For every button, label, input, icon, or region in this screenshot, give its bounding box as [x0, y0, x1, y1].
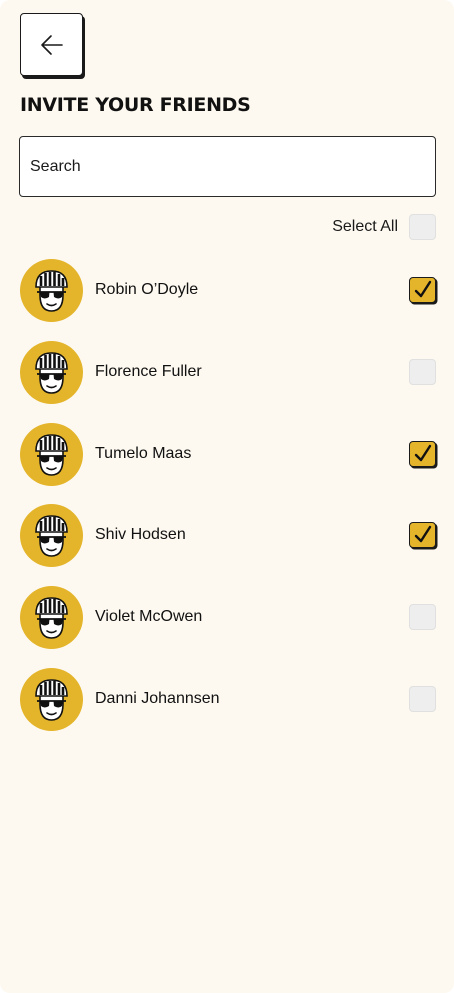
cyclist-helmet-sunglasses-icon — [35, 515, 68, 558]
friends-list: Robin O’Doyle Florence Fuller Tumelo Maa… — [19, 259, 436, 750]
friend-row[interactable]: Tumelo Maas — [19, 422, 436, 487]
avatar — [20, 504, 83, 568]
cyclist-helmet-sunglasses-icon — [35, 270, 68, 312]
friend-name: Shiv Hodsen — [95, 526, 186, 544]
cyclist-helmet-sunglasses-icon — [35, 597, 68, 639]
friend-name: Florence Fuller — [95, 362, 202, 380]
arrow-left-icon — [40, 34, 63, 55]
friend-name: Tumelo Maas — [95, 444, 192, 462]
select-all-label: Select All — [332, 218, 398, 235]
friend-checkbox[interactable] — [409, 604, 436, 631]
friend-checkbox[interactable] — [409, 277, 436, 303]
friend-name: Robin O’Doyle — [95, 281, 199, 298]
friend-name: Violet McOwen — [95, 608, 203, 626]
search-input[interactable] — [19, 136, 436, 197]
back-button[interactable] — [20, 13, 83, 76]
friend-name: Danni Johannsen — [95, 689, 220, 707]
friend-row[interactable]: Violet McOwen — [19, 586, 436, 650]
invite-friends-screen: INVITE YOUR FRIENDS Select All Robin O’D… — [0, 0, 454, 993]
avatar — [20, 586, 83, 650]
friend-checkbox[interactable] — [409, 522, 436, 549]
cyclist-helmet-sunglasses-icon — [35, 433, 68, 476]
friend-row[interactable]: Florence Fuller — [19, 340, 436, 405]
avatar — [20, 667, 83, 731]
avatar — [20, 340, 83, 404]
checkmark-icon — [414, 444, 431, 461]
avatar — [20, 259, 83, 322]
select-all-checkbox[interactable] — [409, 214, 436, 240]
friend-checkbox[interactable] — [409, 358, 436, 385]
friend-row[interactable]: Shiv Hodsen — [19, 504, 436, 568]
cyclist-helmet-sunglasses-icon — [35, 351, 68, 394]
friend-checkbox[interactable] — [409, 440, 436, 467]
cyclist-helmet-sunglasses-icon — [35, 679, 68, 721]
select-all-row: Select All — [19, 214, 436, 241]
page-title: INVITE YOUR FRIENDS — [20, 94, 251, 116]
checkmark-icon — [414, 526, 431, 543]
friend-row[interactable]: Robin O’Doyle — [19, 259, 436, 323]
friend-row[interactable]: Danni Johannsen — [19, 667, 436, 732]
friend-checkbox[interactable] — [409, 685, 436, 712]
checkmark-icon — [414, 280, 431, 298]
avatar — [20, 422, 83, 486]
